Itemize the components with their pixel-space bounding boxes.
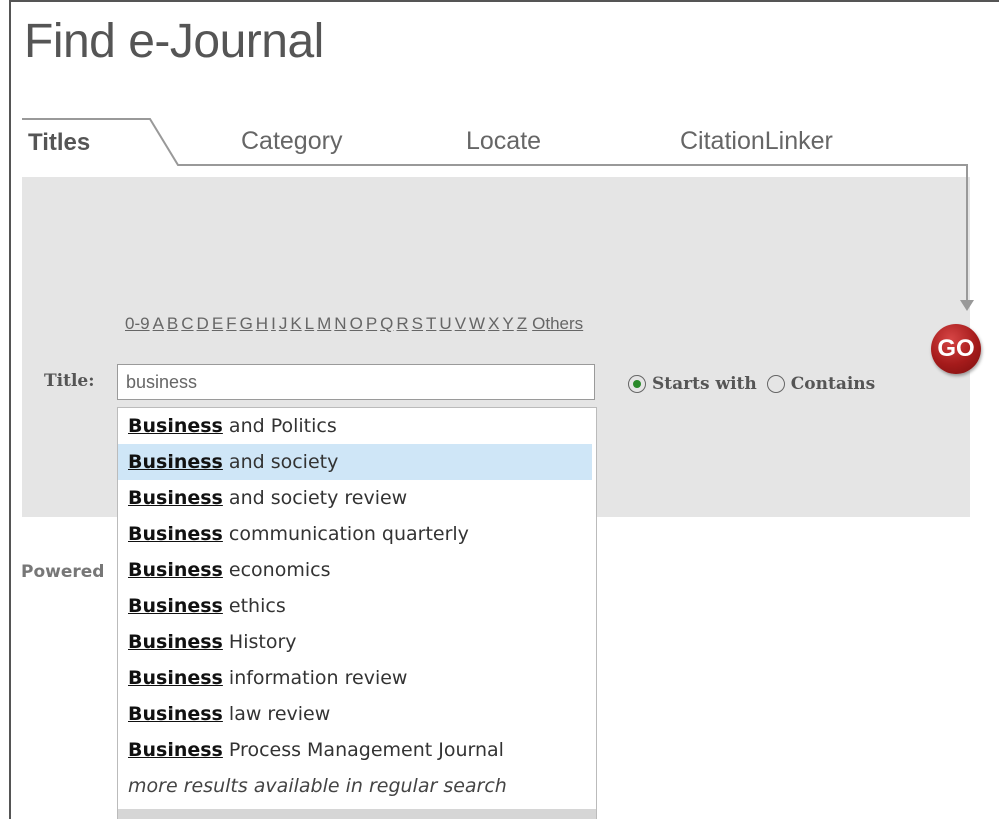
tab-category[interactable]: Category (241, 127, 342, 156)
alpha-link-a[interactable]: A (153, 314, 164, 333)
suggestion-item[interactable]: Business History (118, 624, 596, 660)
alphabet-nav: 0-9 A B C D E F G H I J K L M N O P Q R S T U V W X Y Z Others (125, 314, 586, 334)
alpha-link-g[interactable]: G (240, 314, 253, 333)
match-options: Starts with Contains (628, 374, 885, 394)
alpha-link-h[interactable]: H (256, 314, 268, 333)
alpha-link-u[interactable]: U (439, 314, 451, 333)
radio-selected-dot (633, 380, 641, 388)
page-title: Find e-Journal (24, 15, 324, 68)
suggestion-rest: information review (228, 667, 408, 689)
suggestion-match: Business (128, 703, 223, 725)
alpha-link-c[interactable]: C (181, 314, 193, 333)
alpha-link-d[interactable]: D (197, 314, 209, 333)
suggestion-item[interactable]: Business Process Management Journal (118, 732, 596, 768)
alpha-link-s[interactable]: S (412, 314, 423, 333)
powered-by-text: Powered (21, 562, 105, 582)
suggestion-rest: ethics (228, 595, 286, 617)
alpha-link-others[interactable]: Others (532, 314, 583, 333)
suggestion-item[interactable]: Business and society review (118, 480, 596, 516)
suggestion-rest: and society (228, 451, 339, 473)
suggestion-item[interactable]: Business communication quarterly (118, 516, 596, 552)
alpha-link-w[interactable]: W (469, 314, 485, 333)
tab-locate[interactable]: Locate (466, 127, 541, 156)
alpha-link-y[interactable]: Y (502, 314, 513, 333)
suggestion-match: Business (128, 487, 223, 509)
alpha-link-f[interactable]: F (226, 314, 236, 333)
suggestion-match: Business (128, 595, 223, 617)
tab-titles[interactable]: Titles (28, 129, 90, 157)
suggestion-rest: law review (228, 703, 331, 725)
alpha-link-v[interactable]: V (455, 314, 466, 333)
suggestion-match: Business (128, 415, 223, 437)
alpha-link-t[interactable]: T (426, 314, 436, 333)
suggestion-item[interactable]: Business ethics (118, 588, 596, 624)
suggestion-rest: economics (228, 559, 331, 581)
suggestion-match: Business (128, 559, 223, 581)
starts-with-label[interactable]: Starts with (652, 374, 757, 394)
alpha-link-0-9[interactable]: 0-9 (125, 314, 150, 333)
alpha-link-z[interactable]: Z (517, 314, 527, 333)
suggestion-rest: and society review (228, 487, 408, 509)
suggestion-match: Business (128, 451, 223, 473)
alpha-link-x[interactable]: X (488, 314, 499, 333)
go-button[interactable]: GO (931, 324, 981, 374)
suggestion-match: Business (128, 631, 223, 653)
suggestion-match: Business (128, 523, 223, 545)
alpha-link-k[interactable]: K (290, 314, 301, 333)
tab-citationlinker[interactable]: CitationLinker (680, 127, 833, 156)
alpha-link-r[interactable]: R (396, 314, 408, 333)
alpha-link-l[interactable]: L (305, 314, 314, 333)
alpha-link-e[interactable]: E (212, 314, 223, 333)
alpha-link-j[interactable]: J (279, 314, 288, 333)
dropdown-scrollbar[interactable] (118, 809, 596, 819)
alpha-link-n[interactable]: N (334, 314, 346, 333)
autocomplete-dropdown: Business and Politics Business and societ… (117, 407, 597, 819)
suggestion-rest: History (228, 631, 297, 653)
suggestion-rest: and Politics (228, 415, 337, 437)
contains-radio[interactable] (766, 375, 785, 393)
suggestion-item[interactable]: Business information review (118, 660, 596, 696)
suggestion-match: Business (128, 739, 223, 761)
alpha-link-p[interactable]: P (366, 314, 377, 333)
alpha-link-i[interactable]: I (271, 314, 276, 333)
alpha-link-q[interactable]: Q (380, 314, 393, 333)
suggestion-rest: Process Management Journal (228, 739, 504, 761)
alpha-link-o[interactable]: O (350, 314, 363, 333)
starts-with-radio[interactable] (628, 375, 646, 393)
more-results-link[interactable]: more results available in regular search (118, 768, 596, 804)
suggestion-rest: communication quarterly (228, 523, 469, 545)
alpha-link-m[interactable]: M (317, 314, 331, 333)
suggestion-item[interactable]: Business economics (118, 552, 596, 588)
suggestion-item[interactable]: Business law review (118, 696, 596, 732)
suggestion-item[interactable]: Business and society (118, 444, 592, 480)
contains-label[interactable]: Contains (791, 374, 876, 394)
alpha-link-b[interactable]: B (167, 314, 178, 333)
suggestion-match: Business (128, 667, 223, 689)
suggestion-item[interactable]: Business and Politics (118, 408, 596, 444)
title-search-input[interactable] (117, 364, 595, 400)
title-label: Title: (44, 371, 95, 391)
